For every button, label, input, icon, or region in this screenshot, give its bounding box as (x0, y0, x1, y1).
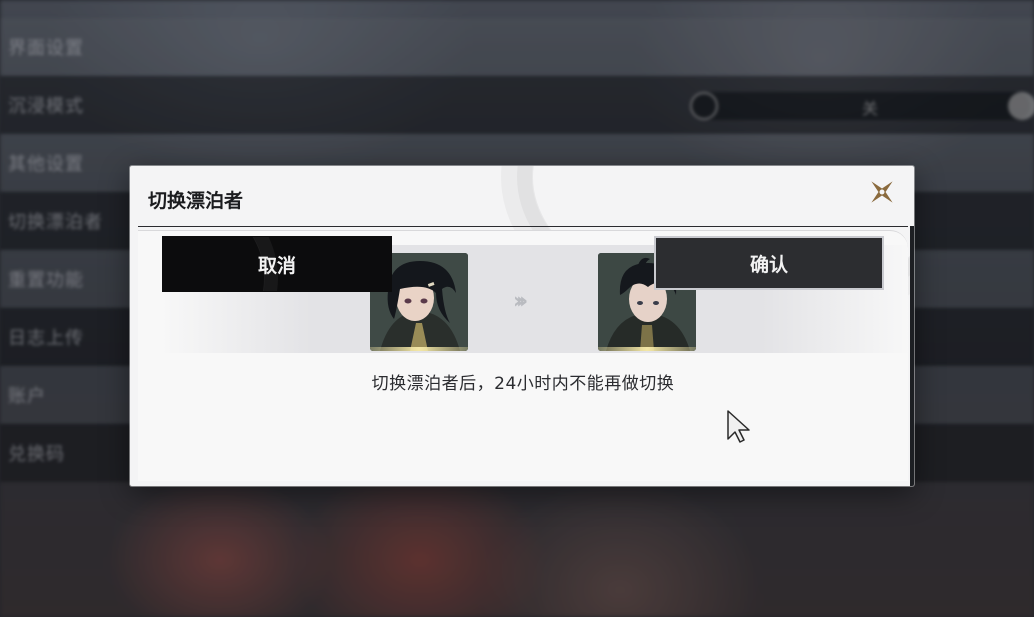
dialog-title: 切换漂泊者 (148, 190, 244, 212)
switch-cooldown-notice: 切换漂泊者后，24小时内不能再做切换 (371, 374, 675, 394)
switch-rover-dialog: 切换漂泊者 ››› 切换漂泊者后，24小时内不能再做切换 (130, 166, 914, 486)
cancel-button-label: 取消 (257, 254, 296, 277)
avatar-highlight (370, 347, 468, 351)
mouse-cursor-icon (727, 410, 750, 443)
avatar-highlight (598, 347, 696, 351)
close-button[interactable] (864, 174, 900, 210)
confirm-button[interactable]: 确认 (654, 236, 884, 290)
confirm-button-label: 确认 (749, 253, 788, 276)
cancel-button[interactable]: 取消 (162, 236, 392, 292)
star-close-icon (871, 181, 893, 203)
triple-chevron-right-icon: ››› (513, 289, 528, 314)
title-divider (138, 226, 908, 227)
